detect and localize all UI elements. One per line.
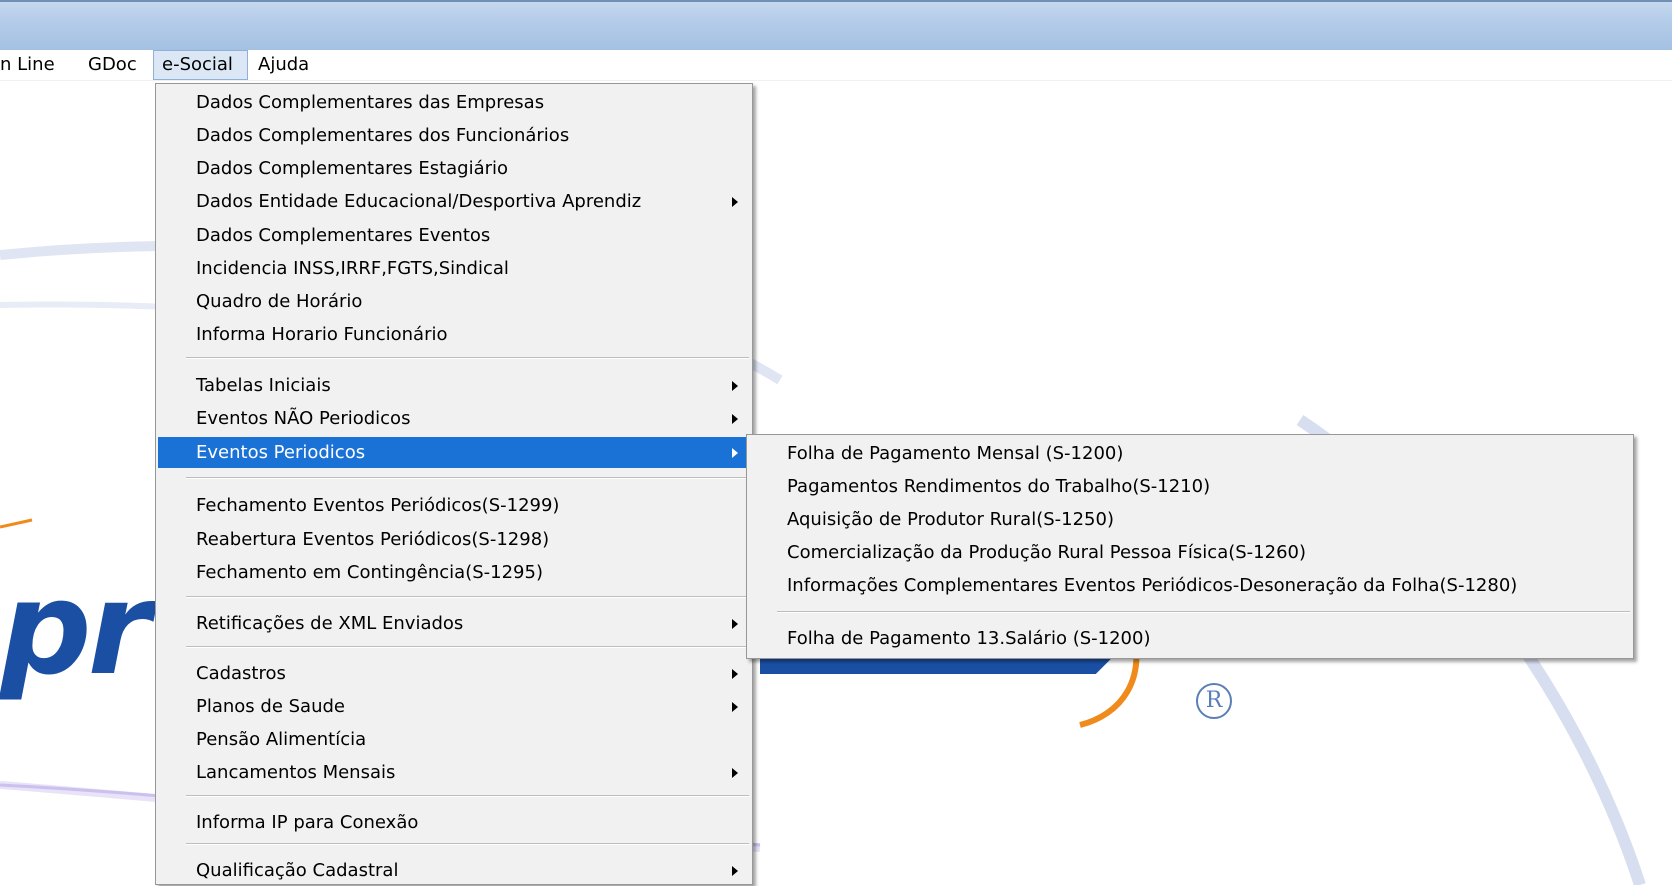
menu-separator xyxy=(186,843,749,845)
submenu-item-pagamentos-rendimentos-do-trabalho-s-1210[interactable]: Pagamentos Rendimentos do Trabalho(S-121… xyxy=(749,471,1631,502)
menu-item-qualificacao-cadastral[interactable]: Qualificação Cadastral xyxy=(158,855,750,886)
menu-item-label: Retificações de XML Enviados xyxy=(196,613,464,634)
menu-esocial[interactable]: e-Social xyxy=(153,50,248,80)
menu-item-dados-complementares-dos-funcionarios[interactable]: Dados Complementares dos Funcionários xyxy=(158,120,750,151)
background-logo-text: pr xyxy=(0,555,151,704)
menu-item-label: Qualificação Cadastral xyxy=(196,860,399,881)
menu-separator xyxy=(186,357,749,359)
menu-gdoc[interactable]: GDoc xyxy=(80,50,145,80)
menu-ajuda[interactable]: Ajuda xyxy=(250,50,317,80)
menu-item-cadastros[interactable]: Cadastros xyxy=(158,658,750,689)
menu-item-label: Pagamentos Rendimentos do Trabalho(S-121… xyxy=(787,476,1211,497)
menu-item-label: Lancamentos Mensais xyxy=(196,762,396,783)
submenu-arrow-icon xyxy=(732,448,738,458)
menu-item-incidencia-inss-irrf-fgts-sindical[interactable]: Incidencia INSS,IRRF,FGTS,Sindical xyxy=(158,253,750,284)
menu-item-pensao-alimenticia[interactable]: Pensão Alimentícia xyxy=(158,724,750,755)
menu-item-retificacoes-de-xml-enviados[interactable]: Retificações de XML Enviados xyxy=(158,608,750,639)
menu-item-label: Informações Complementares Eventos Perió… xyxy=(787,575,1518,596)
menu-separator xyxy=(777,611,1630,613)
menu-item-informa-horario-funcionario[interactable]: Informa Horario Funcionário xyxy=(158,319,750,350)
menu-item-tabelas-iniciais[interactable]: Tabelas Iniciais xyxy=(158,370,750,401)
submenu-arrow-icon xyxy=(732,768,738,778)
menu-item-label: Reabertura Eventos Periódicos(S-1298) xyxy=(196,529,550,550)
submenu-item-comercializacao-da-producao-rural-pessoa-fisica-s-1260[interactable]: Comercialização da Produção Rural Pessoa… xyxy=(749,537,1631,568)
menu-item-informa-ip-para-conexao[interactable]: Informa IP para Conexão xyxy=(158,807,750,838)
menu-item-eventos-nao-periodicos[interactable]: Eventos NÃO Periodicos xyxy=(158,403,750,434)
menu-separator xyxy=(186,477,749,479)
menu-item-dados-complementares-eventos[interactable]: Dados Complementares Eventos xyxy=(158,220,750,251)
menu-item-quadro-de-horario[interactable]: Quadro de Horário xyxy=(158,286,750,317)
menu-item-label: Eventos NÃO Periodicos xyxy=(196,408,411,429)
menu-item-dados-complementares-das-empresas[interactable]: Dados Complementares das Empresas xyxy=(158,87,750,118)
menu-item-lancamentos-mensais[interactable]: Lancamentos Mensais xyxy=(158,757,750,788)
menu-separator xyxy=(186,646,749,648)
menu-item-label: Informa IP para Conexão xyxy=(196,812,419,833)
submenu-item-aquisicao-de-produtor-rural-s-1250[interactable]: Aquisição de Produtor Rural(S-1250) xyxy=(749,504,1631,535)
submenu-arrow-icon xyxy=(732,619,738,629)
window-titlebar xyxy=(0,0,1672,50)
menu-item-label: Dados Complementares dos Funcionários xyxy=(196,125,570,146)
submenu-arrow-icon xyxy=(732,381,738,391)
menu-item-label: Informa Horario Funcionário xyxy=(196,324,448,345)
menu-item-label: Pensão Alimentícia xyxy=(196,729,367,750)
menu-item-label: Incidencia INSS,IRRF,FGTS,Sindical xyxy=(196,258,509,279)
menu-item-label: Eventos Periodicos xyxy=(196,442,366,463)
eventos-periodicos-submenu: Folha de Pagamento Mensal (S-1200) Pagame… xyxy=(746,434,1634,659)
submenu-item-informacoes-complementares-eventos-periodicos-desoneracao-da-folha-s-1280[interactable]: Informações Complementares Eventos Perió… xyxy=(749,570,1631,601)
menu-item-label: Dados Complementares Estagiário xyxy=(196,158,509,179)
menu-separator xyxy=(186,795,749,797)
menu-item-label: Dados Complementares das Empresas xyxy=(196,92,545,113)
menu-item-label: Quadro de Horário xyxy=(196,291,363,312)
menu-bar: n Line GDoc e-Social Ajuda xyxy=(0,50,1672,81)
submenu-arrow-icon xyxy=(732,866,738,876)
submenu-item-folha-de-pagamento-13-salario-s-1200[interactable]: Folha de Pagamento 13.Salário (S-1200) xyxy=(749,623,1631,654)
menu-item-fechamento-em-contingencia-s-1295[interactable]: Fechamento em Contingência(S-1295) xyxy=(158,557,750,588)
menu-item-label: Folha de Pagamento Mensal (S-1200) xyxy=(787,443,1124,464)
menu-item-label: Dados Entidade Educacional/Desportiva Ap… xyxy=(196,191,642,212)
menu-item-label: Cadastros xyxy=(196,663,286,684)
menu-item-label: Fechamento em Contingência(S-1295) xyxy=(196,562,543,583)
menu-item-planos-de-saude[interactable]: Planos de Saude xyxy=(158,691,750,722)
menu-online[interactable]: n Line xyxy=(0,50,63,80)
registered-mark-icon: R xyxy=(1196,683,1232,719)
submenu-arrow-icon xyxy=(732,702,738,712)
menu-item-dados-entidade-educacional-desportiva-aprendiz[interactable]: Dados Entidade Educacional/Desportiva Ap… xyxy=(158,186,750,217)
menu-item-dados-complementares-estagiario[interactable]: Dados Complementares Estagiário xyxy=(158,153,750,184)
menu-item-label: Tabelas Iniciais xyxy=(196,375,331,396)
esocial-dropdown-menu: Dados Complementares das Empresas Dados C… xyxy=(155,83,753,885)
submenu-arrow-icon xyxy=(732,669,738,679)
submenu-item-folha-de-pagamento-mensal-s-1200[interactable]: Folha de Pagamento Mensal (S-1200) xyxy=(749,438,1631,469)
menu-item-label: Fechamento Eventos Periódicos(S-1299) xyxy=(196,495,560,516)
menu-separator xyxy=(186,596,749,598)
submenu-arrow-icon xyxy=(732,197,738,207)
menu-item-label: Aquisição de Produtor Rural(S-1250) xyxy=(787,509,1114,530)
menu-item-label: Comercialização da Produção Rural Pessoa… xyxy=(787,542,1306,563)
menu-item-label: Planos de Saude xyxy=(196,696,345,717)
menu-item-label: Dados Complementares Eventos xyxy=(196,225,491,246)
submenu-arrow-icon xyxy=(732,414,738,424)
menu-item-eventos-periodicos[interactable]: Eventos Periodicos xyxy=(158,437,750,468)
menu-item-reabertura-eventos-periodicos-s-1298[interactable]: Reabertura Eventos Periódicos(S-1298) xyxy=(158,524,750,555)
menu-item-fechamento-eventos-periodicos-s-1299[interactable]: Fechamento Eventos Periódicos(S-1299) xyxy=(158,490,750,521)
menu-item-label: Folha de Pagamento 13.Salário (S-1200) xyxy=(787,628,1151,649)
